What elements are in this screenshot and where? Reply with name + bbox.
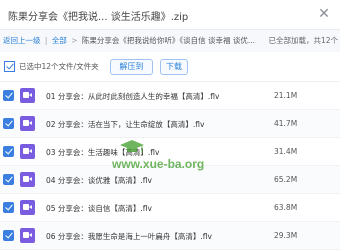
close-icon[interactable]: ✕ <box>316 6 332 22</box>
row-checkbox[interactable] <box>3 90 14 101</box>
file-size: 63.8M <box>274 203 298 212</box>
row-checkbox[interactable] <box>3 118 14 129</box>
file-size: 65.2M <box>274 175 298 184</box>
breadcrumb-separator: | <box>44 36 48 45</box>
file-row[interactable]: 01 分享会：从此时此刻创造人生的幸福【高清】.flv 21.1M <box>0 82 340 110</box>
row-checkbox[interactable] <box>3 174 14 185</box>
file-name[interactable]: 04 分享会：谈优雅【高清】.flv <box>46 175 152 186</box>
window-titlebar: 陈果分享会《把我说... 谈生活乐趣》.zip ✕ <box>0 0 340 30</box>
extract-button[interactable]: 解压到 <box>110 59 153 75</box>
file-name[interactable]: 01 分享会：从此时此刻创造人生的幸福【高清】.flv <box>46 91 219 102</box>
file-name[interactable]: 05 分享会：谈自信【高清】.flv <box>46 203 152 214</box>
video-file-icon <box>20 116 35 131</box>
watermark-logo: www.xue-ba.org <box>112 140 204 171</box>
row-checkbox[interactable] <box>3 146 14 157</box>
breadcrumb-current-path: 陈果分享会《把我说给你听》《谈自信 谈幸福 谈优... <box>81 36 256 45</box>
row-checkbox[interactable] <box>3 230 14 241</box>
video-file-icon <box>20 228 35 243</box>
video-file-icon <box>20 172 35 187</box>
file-size: 31.4M <box>274 147 298 156</box>
selection-toolbar: 已选中12个文件/文件夹 解压到 下载 <box>0 52 340 82</box>
select-all-checkbox[interactable] <box>4 61 15 72</box>
video-file-icon <box>20 88 35 103</box>
file-row[interactable]: 05 分享会：谈自信【高清】.flv 63.8M <box>0 194 340 222</box>
all-files-link[interactable]: 全部 <box>52 36 67 45</box>
file-name[interactable]: 06 分享会：我愿生命是海上一叶扁舟【高清】.flv <box>46 231 212 242</box>
breadcrumb: 返回上一级 | 全部 > 陈果分享会《把我说给你听》《谈自信 谈幸福 谈优...… <box>0 30 340 52</box>
watermark-text: www.xue-ba.org <box>112 157 204 171</box>
file-size: 29.3M <box>274 231 298 240</box>
file-size: 21.1M <box>274 91 298 100</box>
video-file-icon <box>20 144 35 159</box>
window-title: 陈果分享会《把我说... 谈生活乐趣》.zip <box>8 12 189 23</box>
download-button[interactable]: 下载 <box>160 59 188 75</box>
file-row[interactable]: 06 分享会：我愿生命是海上一叶扁舟【高清】.flv 29.3M <box>0 222 340 250</box>
breadcrumb-arrow: > <box>71 36 78 45</box>
back-link[interactable]: 返回上一级 <box>3 36 41 45</box>
file-row[interactable]: 02 分享会：活在当下，让生命绽放【高清】.flv 41.7M <box>0 110 340 138</box>
row-checkbox[interactable] <box>3 202 14 213</box>
video-file-icon <box>20 200 35 215</box>
load-status: 已全部加载，共12个 <box>264 30 338 52</box>
file-name[interactable]: 02 分享会：活在当下，让生命绽放【高清】.flv <box>46 119 204 130</box>
graduation-cap-icon <box>120 140 144 153</box>
file-size: 41.7M <box>274 119 298 128</box>
selection-count-label: 已选中12个文件/文件夹 <box>19 62 99 71</box>
